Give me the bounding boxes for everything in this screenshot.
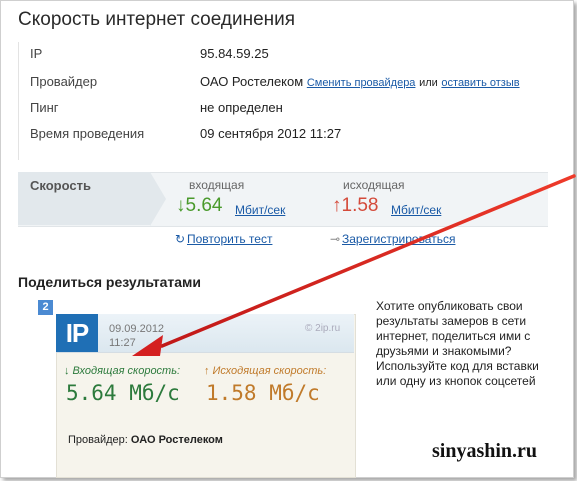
- card-provider-value: ОАО Ростелеком: [130, 434, 223, 446]
- provider-row: ОАО Ростелеком Сменить провайдера или ос…: [200, 74, 520, 89]
- incoming-speed: ↓5.64: [176, 195, 222, 217]
- plug-icon: ⊸: [329, 232, 341, 246]
- step-badge: 2: [38, 300, 53, 315]
- repeat-test-link[interactable]: Повторить тест: [187, 232, 272, 246]
- card-outgoing-value: 1.58 Мб/с: [206, 381, 320, 405]
- outgoing-value: 1.58: [341, 195, 379, 216]
- ping-label: Пинг: [30, 100, 59, 115]
- page-title: Скорость интернет соединения: [18, 9, 296, 30]
- share-title: Поделиться результатами: [18, 274, 201, 290]
- refresh-icon: ↻: [174, 232, 186, 246]
- incoming-label: входящая: [189, 178, 245, 192]
- incoming-unit[interactable]: Мбит/сек: [235, 203, 285, 217]
- time-value: 09 сентября 2012 11:27: [200, 126, 342, 141]
- share-description: Хотите опубликовать свои результаты заме…: [376, 299, 539, 388]
- ip-value: 95.84.59.25: [200, 46, 269, 61]
- or-text: или: [419, 77, 438, 89]
- card-brand: © 2ip.ru: [305, 323, 341, 334]
- info-divider: [18, 42, 19, 160]
- speed-label: Скорость: [30, 178, 91, 193]
- incoming-value: 5.64: [185, 195, 223, 216]
- outgoing-unit[interactable]: Мбит/сек: [391, 203, 441, 217]
- arrow-down-icon: ↓: [176, 195, 186, 216]
- card-time: 11:27: [109, 337, 136, 349]
- card-date: 09.09.2012: [109, 323, 165, 335]
- register-link[interactable]: Зарегистрироваться: [342, 232, 455, 246]
- provider-value: ОАО Ростелеком: [200, 74, 304, 89]
- watermark: sinyashin.ru: [432, 440, 538, 462]
- outgoing-label: исходящая: [343, 178, 405, 192]
- card-incoming-value: 5.64 Мб/с: [66, 381, 180, 405]
- register[interactable]: ⊸ Зарегистрироваться: [328, 232, 456, 246]
- ip-label: IP: [30, 46, 43, 61]
- ping-value: не определен: [200, 100, 283, 115]
- change-provider-link[interactable]: Сменить провайдера: [307, 77, 416, 89]
- repeat-test[interactable]: ↻ Повторить тест: [173, 232, 272, 246]
- ip-logo: IP: [56, 314, 98, 352]
- leave-review-link[interactable]: оставить отзыв: [441, 77, 519, 89]
- card-provider: Провайдер: ОАО Ростелеком: [68, 434, 223, 446]
- time-label: Время проведения: [30, 126, 145, 141]
- card-incoming-label: ↓ Входящая скорость:: [64, 365, 181, 377]
- outgoing-speed: ↑1.58: [332, 195, 378, 217]
- card-provider-label: Провайдер:: [68, 434, 128, 446]
- card-outgoing-label: ↑ Исходящая скорость:: [204, 365, 327, 377]
- arrow-up-icon: ↑: [332, 195, 342, 216]
- provider-label: Провайдер: [30, 74, 98, 89]
